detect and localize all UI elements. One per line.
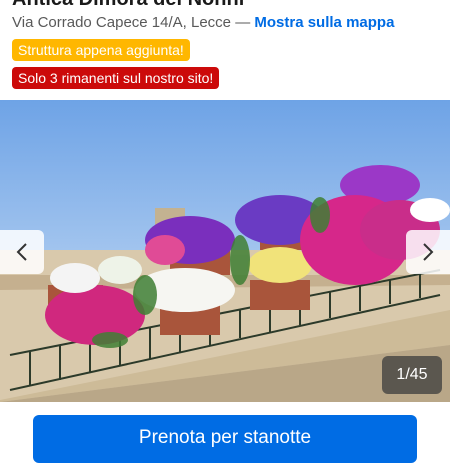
property-address: Via Corrado Capece 14/A, Lecce — (12, 14, 251, 31)
balcony-flowers-photo (0, 100, 450, 402)
property-title: Antica Dimora dei Nonni (12, 0, 244, 11)
photo-counter: 1/45 (382, 356, 442, 394)
show-on-map-link[interactable]: Mostra sulla mappa (254, 14, 394, 31)
address-line: Via Corrado Capece 14/A, Lecce — Mostra … (12, 14, 394, 31)
next-photo-button[interactable] (406, 230, 450, 274)
previous-photo-button[interactable] (0, 230, 44, 274)
book-tonight-button[interactable]: Prenota per stanotte (33, 415, 417, 463)
photo-gallery[interactable]: 1/45 (0, 100, 450, 402)
chevron-left-icon (16, 243, 27, 261)
chevron-right-icon (423, 243, 434, 261)
rooms-left-badge: Solo 3 rimanenti sul nostro sito! (12, 67, 220, 89)
new-property-badge: Struttura appena aggiunta! (12, 39, 190, 61)
